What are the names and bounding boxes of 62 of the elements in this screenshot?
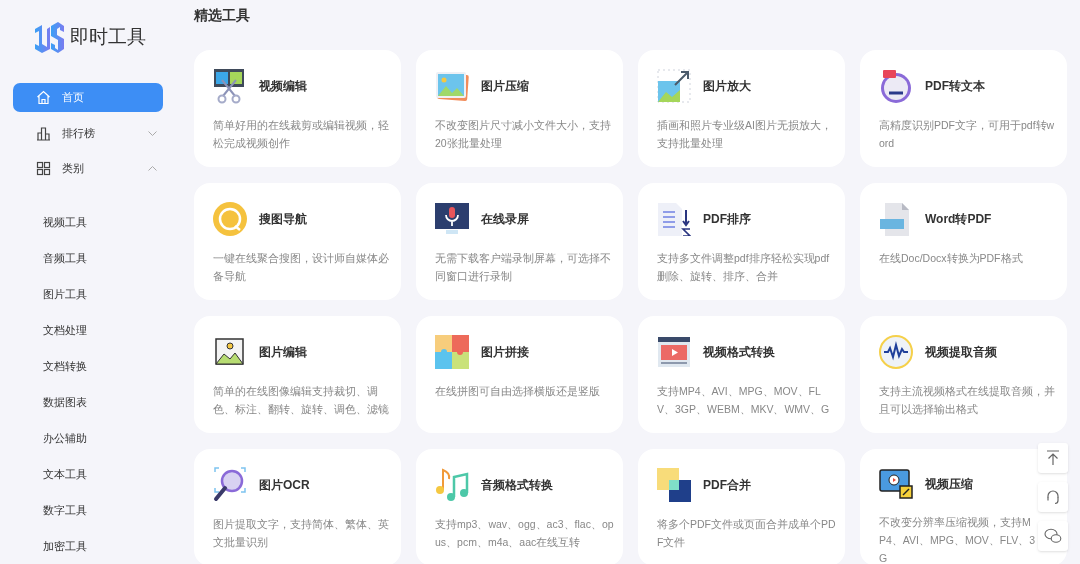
tool-title: 搜图导航 bbox=[259, 211, 307, 228]
tool-description: 插画和照片专业级AI图片无损放大，支持批量处理 bbox=[657, 118, 833, 151]
tool-title: 视频格式转换 bbox=[703, 344, 775, 361]
category-item[interactable]: 音频工具 bbox=[43, 240, 143, 276]
tool-title: 图片压缩 bbox=[481, 78, 529, 95]
tool-card[interactable]: Word转PDF 在线Doc/Docx转换为PDF格式 bbox=[860, 183, 1067, 300]
tool-card[interactable]: 视频格式转换 支持MP4、AVI、MPG、MOV、FLV、3GP、WEBM、MKV、WMV、G bbox=[638, 316, 845, 433]
tool-description: 支持MP4、AVI、MPG、MOV、FLV、3GP、WEBM、MKV、WMV、G bbox=[657, 384, 831, 417]
tool-card[interactable]: 图片放大 插画和照片专业级AI图片无损放大，支持批量处理 bbox=[638, 50, 845, 167]
tool-description: 支持主流视频格式在线提取音频，并且可以选择输出格式 bbox=[879, 384, 1056, 417]
tool-card[interactable]: 视频编辑 简单好用的在线裁剪或编辑视频，轻松完成视频创作 bbox=[194, 50, 401, 167]
tool-title: 在线录屏 bbox=[481, 211, 529, 228]
tool-card[interactable]: 图片拼接 在线拼图可自由选择横版还是竖版 bbox=[416, 316, 623, 433]
tool-card[interactable]: 图片编辑 简单的在线图像编辑支持裁切、调色、标注、翻转、旋转、调色、滤镜 bbox=[194, 316, 401, 433]
tool-title: 视频编辑 bbox=[259, 78, 307, 95]
tool-title: PDF合并 bbox=[703, 477, 751, 494]
tool-title: 图片放大 bbox=[703, 78, 751, 95]
tool-description: 不改变分辨率压缩视频，支持MP4、AVI、MPG、MOV、FLV、3G bbox=[879, 515, 1037, 564]
tool-card[interactable]: 搜图导航 一键在线聚合搜图，设计师自媒体必备导航 bbox=[194, 183, 401, 300]
category-item[interactable]: 图片工具 bbox=[43, 276, 143, 312]
nav-item[interactable]: 排行榜 bbox=[13, 118, 163, 148]
category-item[interactable]: 文本工具 bbox=[43, 456, 143, 492]
tool-card[interactable]: 视频提取音频 支持主流视频格式在线提取音频，并且可以选择输出格式 bbox=[860, 316, 1067, 433]
category-item[interactable]: 文档处理 bbox=[43, 312, 143, 348]
tool-description: 将多个PDF文件或页面合并成单个PDF文件 bbox=[657, 517, 837, 550]
category-item[interactable]: 办公辅助 bbox=[43, 420, 143, 456]
category-item[interactable]: 视频工具 bbox=[43, 204, 143, 240]
tool-title: 图片OCR bbox=[259, 477, 310, 494]
category-item[interactable]: 数据图表 bbox=[43, 384, 143, 420]
tool-description: 支持多文件调整pdf排序轻松实现pdf删除、旋转、排序、合并 bbox=[657, 251, 831, 284]
tool-title: Word转PDF bbox=[925, 211, 992, 228]
tool-description: 一键在线聚合搜图，设计师自媒体必备导航 bbox=[213, 251, 390, 284]
tool-title: 视频压缩 bbox=[925, 476, 973, 493]
tool-card[interactable]: PDF转文本 高精度识别PDF文字，可用于pdf转word bbox=[860, 50, 1067, 167]
tool-description: 高精度识别PDF文字，可用于pdf转word bbox=[879, 118, 1056, 151]
tool-title: PDF排序 bbox=[703, 211, 751, 228]
tool-description: 简单好用的在线裁剪或编辑视频，轻松完成视频创作 bbox=[213, 118, 390, 151]
tool-description: 支持mp3、wav、ogg、ac3、flac、opus、pcm、m4a、aac在线互转 bbox=[435, 517, 615, 550]
tool-title: 图片编辑 bbox=[259, 344, 307, 361]
tool-description: 在线拼图可自由选择横版还是竖版 bbox=[435, 384, 601, 399]
tool-card[interactable]: 在线录屏 无需下载客户端录制屏幕，可选择不同窗口进行录制 bbox=[416, 183, 623, 300]
tool-card[interactable]: 图片压缩 不改变图片尺寸减小文件大小，支持20张批量处理 bbox=[416, 50, 623, 167]
tool-card[interactable]: 音频格式转换 支持mp3、wav、ogg、ac3、flac、opus、pcm、m4a、aac在线互转 bbox=[416, 449, 623, 564]
section-title: 精选工具 bbox=[194, 6, 250, 24]
category-item[interactable]: 数字工具 bbox=[43, 492, 143, 528]
tool-description: 图片提取文字，支持简体、繁体、英文批量识别 bbox=[213, 517, 390, 550]
tool-title: PDF转文本 bbox=[925, 78, 985, 95]
category-item[interactable]: 文档转换 bbox=[43, 348, 143, 384]
tool-title: 音频格式转换 bbox=[481, 477, 553, 494]
tool-title: 视频提取音频 bbox=[925, 344, 997, 361]
tool-description: 简单的在线图像编辑支持裁切、调色、标注、翻转、旋转、调色、滤镜 bbox=[213, 384, 390, 417]
tool-card[interactable]: PDF合并 将多个PDF文件或页面合并成单个PDF文件 bbox=[638, 449, 845, 564]
logo-text: 即时工具 bbox=[70, 24, 146, 49]
tool-description: 在线Doc/Docx转换为PDF格式 bbox=[879, 251, 1024, 266]
tool-title: 图片拼接 bbox=[481, 344, 529, 361]
tool-description: 不改变图片尺寸减小文件大小，支持20张批量处理 bbox=[435, 118, 612, 151]
tool-card[interactable]: 图片OCR 图片提取文字，支持简体、繁体、英文批量识别 bbox=[194, 449, 401, 564]
tool-card[interactable]: PDF排序 支持多文件调整pdf排序轻松实现pdf删除、旋转、排序、合并 bbox=[638, 183, 845, 300]
nav-item[interactable]: 类别 bbox=[13, 154, 163, 183]
tool-description: 无需下载客户端录制屏幕，可选择不同窗口进行录制 bbox=[435, 251, 612, 284]
tool-card[interactable]: 视频压缩 不改变分辨率压缩视频，支持MP4、AVI、MPG、MOV、FLV、3G bbox=[860, 449, 1067, 564]
category-item[interactable]: 加密工具 bbox=[43, 528, 143, 564]
